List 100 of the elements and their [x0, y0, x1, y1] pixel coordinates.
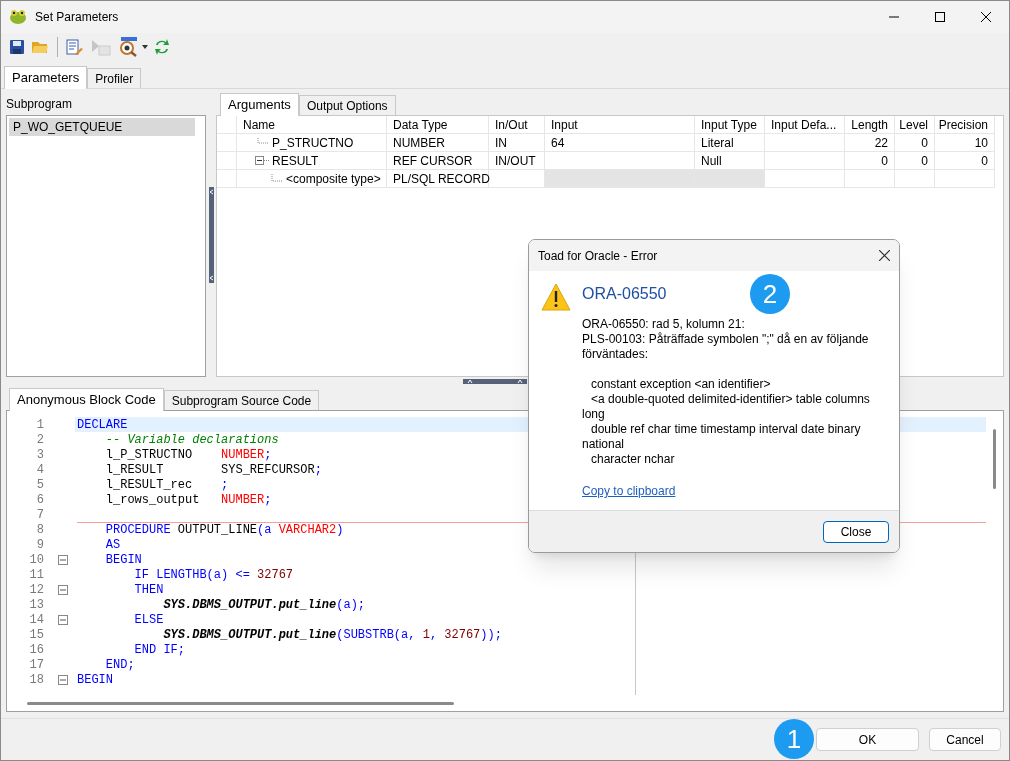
corner-cell[interactable]	[217, 116, 237, 134]
line-number: 14	[29, 611, 44, 629]
argument-name: RESULT	[272, 152, 319, 170]
table-cell: 10	[935, 134, 995, 152]
table-cell[interactable]	[695, 170, 765, 188]
collapse-handle-icon[interactable]	[208, 187, 214, 283]
line-number: 16	[29, 641, 44, 659]
code-token: NUMBER	[221, 491, 265, 509]
code-token: 32767	[444, 626, 481, 644]
table-cell: 0	[895, 152, 935, 170]
line-number: 8	[36, 521, 44, 539]
tab[interactable]: Output Options	[298, 95, 396, 115]
input-cell[interactable]	[545, 170, 695, 188]
table-cell[interactable]: Literal	[695, 134, 765, 152]
table-cell: REF CURSOR	[387, 152, 489, 170]
warning-icon	[541, 283, 571, 311]
dialog-button[interactable]: OK	[816, 728, 919, 751]
code-token: 1	[422, 626, 430, 644]
splitter-handle-icon[interactable]	[463, 379, 527, 384]
column-header[interactable]: Input	[545, 116, 695, 134]
row-header-cell[interactable]	[217, 152, 237, 170]
column-header[interactable]: In/Out	[489, 116, 545, 134]
tab[interactable]: Parameters	[4, 66, 88, 89]
folder-icon[interactable]	[31, 39, 49, 55]
copy-link[interactable]: Copy to clipboard	[582, 482, 676, 500]
code-token: ;	[314, 461, 322, 479]
input-cell[interactable]: 64	[545, 134, 695, 152]
table-cell: PL/SQL RECORD	[387, 170, 489, 188]
column-header[interactable]: Data Type	[387, 116, 489, 134]
code-token: DECLARE	[77, 416, 128, 434]
list-item[interactable]: P_WO_GETQUEUE	[9, 118, 195, 136]
code-token: BEGIN	[77, 671, 113, 689]
table-cell: IN/OUT	[489, 152, 545, 170]
row-header-cell[interactable]	[217, 134, 237, 152]
magnifier-icon[interactable]	[118, 37, 140, 57]
line-number: 12	[29, 581, 44, 599]
frog-icon	[9, 9, 27, 25]
dropdown-caret-icon[interactable]	[142, 45, 148, 49]
column-header[interactable]: Input Defa...	[765, 116, 845, 134]
line-number: 1	[36, 416, 44, 434]
error-message: PLS-00103: Påträffade symbolen ";" då en av följande förväntades:	[582, 332, 870, 362]
code-token: (SUBSTRB(a,	[336, 626, 417, 644]
collapse-icon[interactable]	[255, 155, 269, 166]
tab[interactable]: Arguments	[220, 93, 299, 116]
code-token: l_RESULT SYS_REFCURSOR	[104, 461, 315, 479]
table-cell: 0	[845, 152, 895, 170]
tab[interactable]: Subprogram Source Code	[163, 390, 320, 410]
column-header[interactable]: Level	[895, 116, 935, 134]
close-icon[interactable]	[878, 250, 890, 261]
row-header-cell[interactable]	[217, 170, 237, 188]
code-token: END;	[104, 656, 135, 674]
code-token: l_RESULT_rec	[104, 476, 194, 494]
line-number: 11	[29, 566, 44, 584]
column-header[interactable]: Input Type	[695, 116, 765, 134]
code-token: ;	[221, 476, 229, 494]
dialog-button[interactable]: Cancel	[929, 728, 1001, 751]
maximize-icon[interactable]	[935, 12, 945, 22]
code-token: (a);	[336, 596, 366, 614]
scrollbar-thumb[interactable]	[993, 429, 996, 489]
line-number: 15	[29, 626, 44, 644]
close-dialog-button[interactable]: Close	[823, 520, 889, 543]
code-token: AS	[104, 536, 121, 554]
callout-badge: 2	[750, 274, 790, 314]
line-number: 9	[36, 536, 44, 554]
refresh-icon[interactable]	[154, 38, 170, 56]
tab[interactable]: Anonymous Block Code	[9, 388, 164, 411]
column-header[interactable]: Length	[845, 116, 895, 134]
column-header[interactable]: Precision	[935, 116, 995, 134]
callout-badge: 1	[774, 719, 814, 759]
code-token: (a	[257, 521, 273, 539]
table-cell	[845, 170, 895, 188]
code-token: IF LENGTHB(a) <=	[133, 566, 251, 584]
code-token: THEN	[133, 581, 164, 599]
code-token: OUTPUT_LINE	[176, 521, 258, 539]
code-token: ,	[429, 626, 439, 644]
code-token: )	[336, 521, 344, 539]
code-token: END IF;	[133, 641, 186, 659]
window-title: Set Parameters	[35, 9, 119, 26]
close-icon[interactable]	[981, 12, 991, 22]
line-number: 6	[36, 491, 44, 509]
tree-connector-icon	[269, 173, 283, 184]
document-wrench-icon[interactable]	[66, 38, 84, 56]
line-number: 4	[36, 461, 44, 479]
column-header[interactable]: Name	[237, 116, 387, 134]
line-number: 17	[29, 656, 44, 674]
code-token: BEGIN	[104, 551, 142, 569]
line-number: 7	[36, 506, 44, 524]
tab[interactable]: Profiler	[87, 68, 142, 88]
line-number: 2	[36, 431, 44, 449]
scrollbar-thumb[interactable]	[27, 701, 454, 705]
table-cell	[895, 170, 935, 188]
code-token: SYS.DBMS_OUTPUT.put_line	[162, 596, 337, 614]
code-token: PROCEDURE	[104, 521, 171, 539]
line-number: 5	[36, 476, 44, 494]
code-token: VARCHAR2	[278, 521, 337, 539]
code-token: ;	[264, 491, 272, 509]
line-number: 13	[29, 596, 44, 614]
code-token: -- Variable declarations	[104, 431, 279, 449]
argument-name: P_STRUCTNO	[272, 134, 354, 152]
code-token: SYS.DBMS_OUTPUT.put_line	[162, 626, 337, 644]
